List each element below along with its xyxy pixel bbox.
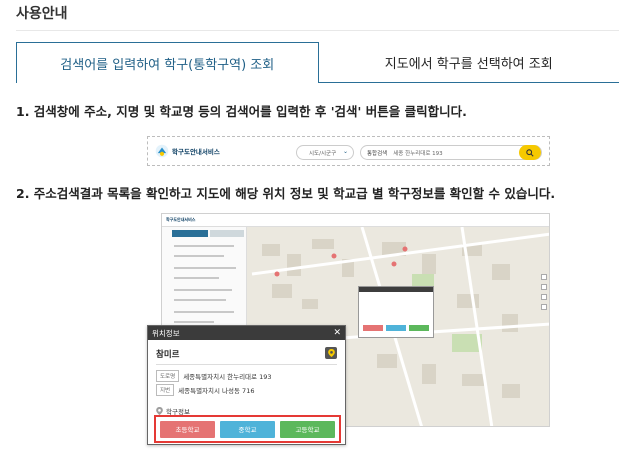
query-field: 통합검색 세종 한누리대로 193	[360, 145, 542, 160]
service-name: 학구도안내서비스	[172, 148, 220, 156]
mini-popup-buttons	[363, 325, 429, 331]
mini-high-button	[409, 325, 429, 331]
map-service-name: 학구도안내서비스	[166, 217, 196, 222]
title-divider	[16, 30, 619, 31]
lot-address-row: 지번 세종특별자치시 나성동 716	[156, 384, 254, 396]
region-select: 시도/시군구 ⌄	[296, 145, 354, 160]
location-info-popup: 위치정보 ✕ 참미르 도로명 세종특별자치시 한누리대로 193 지번 세종특별…	[147, 325, 346, 445]
popup-divider	[156, 364, 337, 365]
location-pin-icon	[325, 347, 337, 359]
elementary-school-button: 초등학교	[160, 420, 215, 438]
map-toolbar	[541, 274, 547, 314]
road-address: 세종특별자치시 한누리대로 193	[183, 373, 272, 381]
tab-map-select[interactable]: 지도에서 학구를 선택하여 조회	[318, 42, 619, 83]
sidebar-line	[174, 277, 219, 279]
measure-icon	[541, 304, 547, 310]
sidebar-line	[174, 311, 234, 313]
service-logo: 학구도안내서비스	[155, 144, 220, 158]
map-app-header: 학구도안내서비스	[162, 214, 549, 227]
step-1-text: 1. 검색창에 주소, 지명 및 학교명 등의 검색어를 입력한 후 '검색' …	[16, 104, 467, 119]
query-value: 세종 한누리대로 193	[393, 150, 443, 157]
place-name: 참미르	[156, 350, 180, 360]
road-address-row: 도로명 세종특별자치시 한누리대로 193	[156, 370, 272, 382]
search-button	[519, 145, 541, 160]
school-level-buttons: 초등학교 중학교 고등학교	[154, 415, 341, 443]
popup-header: 위치정보 ✕	[148, 326, 345, 340]
search-bar-screenshot: 학구도안내서비스 시도/시군구 ⌄ 통합검색 세종 한누리대로 193	[147, 136, 550, 166]
mini-elementary-button	[363, 325, 383, 331]
school-logo-icon	[155, 144, 169, 158]
tab-keyword-search[interactable]: 검색어를 입력하여 학구(통학구역) 조회	[16, 42, 319, 83]
mini-middle-button	[386, 325, 406, 331]
middle-school-button: 중학교	[220, 420, 275, 438]
lot-address: 세종특별자치시 나성동 716	[178, 387, 255, 395]
sidebar-tab-1	[172, 230, 208, 237]
zoom-out-icon	[541, 284, 547, 290]
road-address-tag: 도로명	[156, 370, 180, 382]
step-2-text: 2. 주소검색결과 목록을 확인하고 지도에 해당 위치 정보 및 학교급 별 …	[16, 186, 556, 201]
sidebar-line	[174, 255, 224, 257]
sidebar-line	[174, 245, 234, 247]
popup-title: 위치정보	[152, 328, 180, 338]
sidebar-line	[174, 267, 236, 269]
high-school-button: 고등학교	[280, 420, 335, 438]
mini-popup-header	[359, 287, 433, 292]
close-icon: ✕	[333, 328, 341, 338]
tab-bar: 검색어를 입력하여 학구(통학구역) 조회 지도에서 학구를 선택하여 조회	[16, 42, 619, 83]
lot-address-tag: 지번	[156, 384, 175, 396]
map-marker-icon	[156, 407, 163, 415]
sidebar-line	[174, 289, 232, 291]
search-icon	[526, 148, 534, 157]
layer-icon	[541, 294, 547, 300]
query-label: 통합검색	[367, 150, 388, 157]
sidebar-line	[174, 299, 226, 301]
map-mini-popup	[358, 286, 434, 338]
zoom-in-icon	[541, 274, 547, 280]
sidebar-tab-2	[210, 230, 244, 237]
page-title: 사용안내	[16, 6, 68, 22]
chevron-down-icon: ⌄	[342, 148, 348, 155]
region-select-label: 시도/시군구	[309, 150, 337, 157]
sidebar-line	[174, 321, 214, 323]
